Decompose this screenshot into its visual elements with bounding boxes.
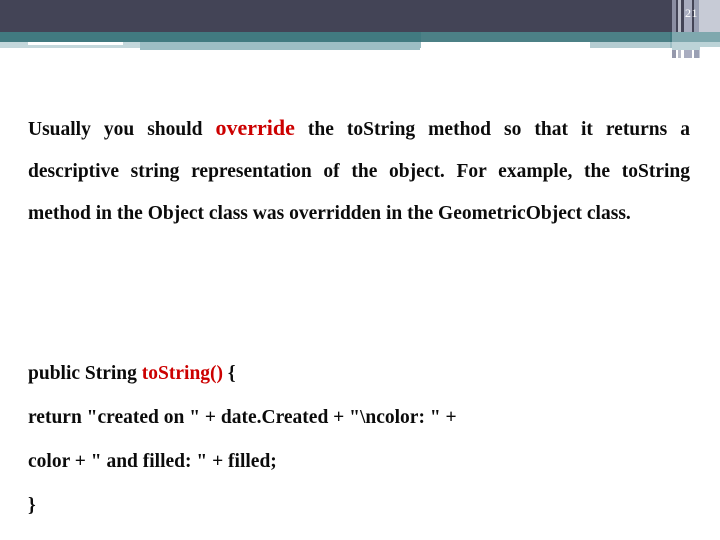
header-accent-white-right <box>421 42 591 48</box>
header-accent-white-left <box>28 42 123 45</box>
prose-highlight-override: override <box>215 115 295 140</box>
code-line-0-red: toString() <box>141 363 224 384</box>
header-dark-band <box>0 0 720 32</box>
slide-number: 21 <box>685 6 698 20</box>
header-stripe-teal-overlay <box>672 32 720 42</box>
header-accent-pale-right <box>590 42 670 48</box>
code-line-0-pre: public String <box>28 363 142 384</box>
code-line: public String toString() { <box>28 352 690 396</box>
slide-header: 21 <box>0 0 720 58</box>
code-line-1-pre: return "created on " + date.Created + "\… <box>28 407 457 428</box>
code-line: color + " and filled: " + filled; <box>28 440 690 484</box>
prose-paragraph: Usually you should override the toString… <box>28 107 690 235</box>
prose-segment-1: Usually you should <box>28 119 216 140</box>
header-stripe-white-overlay <box>700 47 720 58</box>
code-line-0-post: { <box>223 363 236 384</box>
code-block: public String toString() { return "creat… <box>28 352 690 528</box>
header-accent-teal <box>421 32 670 42</box>
code-line-3-pre: } <box>28 495 36 516</box>
slide-content: Usually you should override the toString… <box>0 58 720 540</box>
code-line: return "created on " + date.Created + "\… <box>28 396 690 440</box>
header-accent-pale-mid <box>140 45 420 50</box>
code-line: } <box>28 484 690 528</box>
code-line-2-pre: color + " and filled: " + filled; <box>28 451 277 472</box>
